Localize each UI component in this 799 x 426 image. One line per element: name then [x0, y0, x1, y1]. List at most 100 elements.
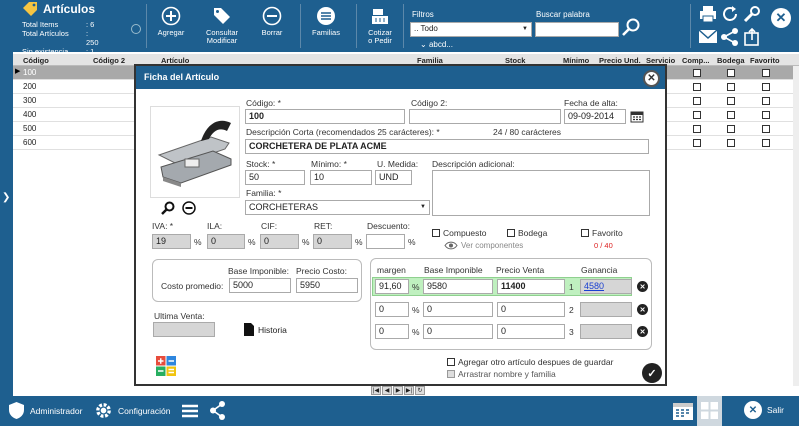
word-search-input[interactable] [535, 22, 619, 37]
costo-base-input[interactable]: 5000 [229, 278, 291, 293]
ila-input[interactable]: 0 [207, 234, 245, 249]
remove-image-icon[interactable] [182, 201, 196, 215]
codigo-input[interactable]: 100 [245, 109, 405, 124]
clear-price-icon[interactable]: ✕ [637, 326, 648, 337]
add-another-checkbox[interactable] [447, 358, 455, 366]
exit-button[interactable]: ✕ Salir [744, 401, 784, 419]
header-codigo2[interactable]: Código 2 [93, 56, 125, 65]
first-page-icon[interactable]: |◀ [371, 386, 381, 395]
next-page-icon[interactable]: ▶ [393, 386, 403, 395]
printer-icon[interactable] [698, 4, 718, 24]
margen-input[interactable]: 0 [375, 324, 409, 339]
refresh-icon[interactable] [720, 4, 740, 24]
precio-venta-input[interactable]: 0 [497, 324, 565, 339]
checkbox[interactable] [727, 97, 735, 105]
last-page-icon[interactable]: ▶| [404, 386, 414, 395]
sort-abcd-toggle[interactable]: ⌄ abcd... [420, 40, 453, 49]
refresh-page-icon[interactable]: ↻ [415, 386, 425, 395]
iva-input[interactable]: 19 [152, 234, 191, 249]
drag-name-checkbox[interactable] [447, 370, 455, 378]
administrator-button[interactable]: Administrador [8, 401, 82, 420]
close-icon[interactable]: ✕ [771, 8, 791, 28]
left-collapse-strip[interactable]: ❯ [0, 52, 13, 396]
precio-venta-input[interactable]: 11400 [497, 279, 565, 294]
stock-input[interactable]: 50 [245, 170, 305, 185]
checkbox[interactable] [693, 97, 701, 105]
base-input[interactable]: 9580 [423, 279, 493, 294]
menu-icon[interactable] [181, 403, 199, 419]
grid-view-button[interactable] [697, 396, 722, 426]
checkbox[interactable] [727, 111, 735, 119]
header-compuesto[interactable]: Comp... [682, 56, 710, 65]
checkbox[interactable] [762, 111, 770, 119]
desc-adicional-textarea[interactable] [432, 170, 650, 216]
descuento-input[interactable] [366, 234, 405, 249]
calendar-icon[interactable] [672, 400, 694, 421]
compuesto-checkbox[interactable] [432, 229, 440, 237]
cif-input[interactable]: 0 [260, 234, 299, 249]
checkbox[interactable] [727, 83, 735, 91]
checkbox[interactable] [762, 97, 770, 105]
mail-icon[interactable] [698, 28, 718, 46]
checkbox[interactable] [727, 125, 735, 133]
checkbox[interactable] [727, 139, 735, 147]
ganancia-link[interactable]: 4580 [584, 281, 604, 291]
calendar-icon[interactable] [630, 110, 644, 123]
familia-select[interactable]: CORCHETERAS ▼ [245, 200, 430, 215]
header-bodega[interactable]: Bodega [717, 56, 745, 65]
checkbox[interactable] [693, 139, 701, 147]
quote-order-button[interactable]: Cotizar o Pedir [364, 6, 396, 45]
checkbox[interactable] [762, 125, 770, 133]
close-icon[interactable]: ✕ [643, 70, 660, 87]
checkbox[interactable] [693, 69, 701, 77]
search-icon[interactable] [621, 17, 641, 37]
base-input[interactable]: 0 [423, 324, 493, 339]
share-icon[interactable] [720, 28, 740, 46]
favorito-checkbox[interactable] [581, 229, 589, 237]
ultima-venta-input[interactable] [153, 322, 215, 337]
desc-corta-input[interactable]: CORCHETERA DE PLATA ACME [245, 139, 649, 154]
tools-icon[interactable] [742, 4, 762, 24]
checkbox[interactable] [762, 83, 770, 91]
filter-select[interactable]: .. Todo ▼ [410, 22, 532, 37]
share-icon[interactable] [209, 401, 226, 420]
clear-price-icon[interactable]: ✕ [637, 304, 648, 315]
ret-input[interactable]: 0 [313, 234, 352, 249]
view-components-link[interactable]: Ver componentes [444, 241, 523, 250]
zoom-icon[interactable] [161, 201, 175, 215]
checkbox[interactable] [693, 125, 701, 133]
checkbox[interactable] [693, 111, 701, 119]
header-favorito[interactable]: Favorito [750, 56, 780, 65]
export-icon[interactable] [742, 28, 762, 46]
vertical-scrollbar[interactable] [793, 66, 799, 386]
checkbox[interactable] [762, 69, 770, 77]
history-button[interactable]: Historia [244, 323, 287, 336]
consult-modify-button[interactable]: Consultar Modificar [202, 6, 242, 45]
checkbox[interactable] [762, 139, 770, 147]
save-check-icon[interactable]: ✓ [642, 363, 662, 383]
costo-precio-input[interactable]: 5950 [296, 278, 358, 293]
bodega-checkbox[interactable] [507, 229, 515, 237]
add-button[interactable]: Agregar [156, 6, 186, 37]
descuento-label: Descuento: [367, 221, 410, 231]
families-button[interactable]: Familias [309, 6, 343, 37]
clear-price-icon[interactable]: ✕ [637, 281, 648, 292]
configuration-button[interactable]: Configuración [94, 401, 170, 420]
margen-input[interactable]: 0 [375, 302, 409, 317]
fecha-alta-input[interactable]: 09-09-2014 [564, 109, 626, 124]
precio-venta-input[interactable]: 0 [497, 302, 565, 317]
prev-page-icon[interactable]: ◀ [382, 386, 392, 395]
refresh-counts-icon[interactable] [131, 24, 141, 34]
margen-input[interactable]: 91,60 [375, 279, 409, 294]
header-codigo[interactable]: Código [23, 56, 49, 65]
umedida-input[interactable]: UND [375, 170, 412, 185]
base-input[interactable]: 0 [423, 302, 493, 317]
checkbox[interactable] [727, 69, 735, 77]
minimo-input[interactable]: 10 [310, 170, 372, 185]
checkbox[interactable] [693, 83, 701, 91]
product-image[interactable] [150, 106, 240, 198]
desc-adicional-label: Descripción adicional: [432, 159, 515, 169]
delete-button[interactable]: Borrar [257, 6, 287, 37]
calculator-icon[interactable] [156, 356, 176, 376]
codigo2-input[interactable] [409, 109, 561, 124]
